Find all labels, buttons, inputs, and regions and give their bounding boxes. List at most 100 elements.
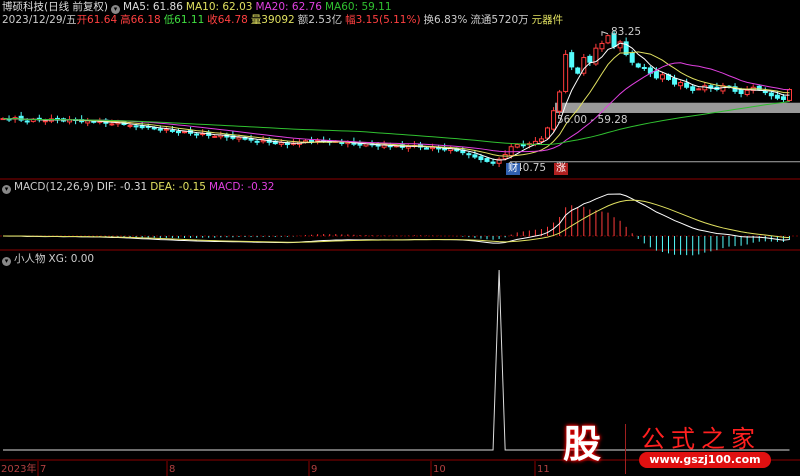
candle-body [768,92,774,97]
close: 收64.78 [207,14,248,26]
candle-body [599,42,605,50]
volume: 量39092 [250,14,295,26]
candle-body [538,138,544,142]
candle-body [339,142,345,145]
xg-header: ▾ 小人物 XG: 0.00 [2,253,97,266]
candle-body [260,139,266,143]
candle-body [629,52,635,63]
candle-body [133,125,139,128]
candle-body [139,125,145,129]
candle-body [236,136,242,140]
date: 2023/12/29/五 [2,14,77,26]
axis-month-9: 9 [311,464,318,475]
candle-body [635,63,641,68]
candle-body [569,52,575,68]
macd-header: ▾ MACD(12,26,9) DIF: -0.31 DEA: -0.15 MACD: … [2,181,278,194]
candle-body [702,85,708,91]
xg-value: XG: 0.00 [48,253,95,265]
candle-body [575,67,581,74]
macd-name: MACD(12,26,9) [14,181,94,193]
candle-body [42,120,48,123]
high: 高66.18 [120,14,161,26]
candle-body [430,146,436,150]
candle-body [641,66,647,69]
ma60-label: MA60: 59.11 [324,1,392,13]
xg-name: 小人物 [14,253,46,265]
float-shares: 流通5720万 [470,14,529,26]
candle-body [696,88,702,91]
chevron-down-icon[interactable]: ▾ [2,257,11,266]
header-row-2: 2023/12/29/五开61.64 高66.18 低61.11 收64.78 量390… [2,14,566,27]
amount: 额2.53亿 [297,14,343,26]
candle-body [678,82,684,87]
open: 开61.64 [76,14,118,26]
limit-up-badge[interactable]: 涨 [554,163,568,175]
dif-label: DIF: -0.31 [96,181,148,193]
logo-char: 股 [563,422,602,466]
candle-body [157,128,163,131]
axis-month-8: 8 [169,464,176,475]
candle-body [659,74,665,80]
candle-body [309,139,315,143]
axis-month-10: 10 [433,464,446,475]
candle-body [182,131,187,134]
axis-year: 2023年 [1,464,37,475]
stock-chart[interactable]: 博硕科技(日线 前复权) ▾ MA5: 61.86 MA10: 62.03 MA20: … [0,0,800,476]
candle-body [672,77,678,85]
macd-label: MACD: -0.32 [208,181,275,193]
candle-body [24,120,30,123]
support-band [555,102,800,113]
candle-body [653,71,659,79]
high-price-label: 83.25 [611,26,642,38]
candle-body [563,53,569,92]
change: 幅3.15(5.11%) [345,14,421,26]
ma20-label: MA20: 62.76 [255,1,322,13]
high-marker [601,31,609,36]
turnover: 换6.83% [423,14,468,26]
candle-body [545,127,550,139]
axis-month-7: 7 [40,464,47,475]
header-row-1: 博硕科技(日线 前复权) ▾ MA5: 61.86 MA10: 62.03 MA20: … [2,1,395,14]
candle-body [472,154,478,158]
candle-body [587,55,593,63]
stock-title: 博硕科技(日线 前复权) [2,1,109,13]
candle-body [194,133,200,136]
finance-badge[interactable]: 财 [506,163,520,175]
candle-body [738,89,744,95]
candle-body [490,161,496,164]
candle-body [163,128,169,131]
candle-body [557,91,563,112]
candle-body [780,96,786,100]
logo-name: 公式之家 [641,425,761,453]
candle-body [254,140,260,143]
candle-body [551,110,557,130]
candle-body [605,35,611,44]
candle-body [478,156,484,161]
candle-body [508,146,514,157]
candle-body [278,142,284,145]
chevron-down-icon[interactable]: ▾ [2,185,11,194]
candle-body [127,124,133,127]
ma5-line [2,42,790,161]
ma10-label: MA10: 62.03 [185,1,253,13]
axis-month-11: 11 [537,464,550,475]
dea-label: DEA: -0.15 [150,181,206,193]
candle-body [175,130,181,134]
logo-url: www.gszj100.com [639,452,771,468]
candle-body [109,123,115,126]
candle-body [424,147,429,150]
band-label: 56.00 - 59.28 [557,114,628,126]
site-logo: 股 公式之家 www.gszj100.com [555,418,800,476]
candle-body [484,158,490,162]
candle-body [212,135,218,138]
candle-body [744,89,750,96]
chevron-down-icon[interactable]: ▾ [111,5,121,14]
low: 低61.11 [163,14,205,26]
candle-body [690,86,696,91]
candle-body [514,144,520,148]
candle-body [774,94,780,99]
ma5-label: MA5: 61.86 [123,1,183,13]
chart-canvas[interactable] [0,0,800,476]
low-price-label: 40.75 [516,162,547,174]
candle-body [466,153,472,156]
